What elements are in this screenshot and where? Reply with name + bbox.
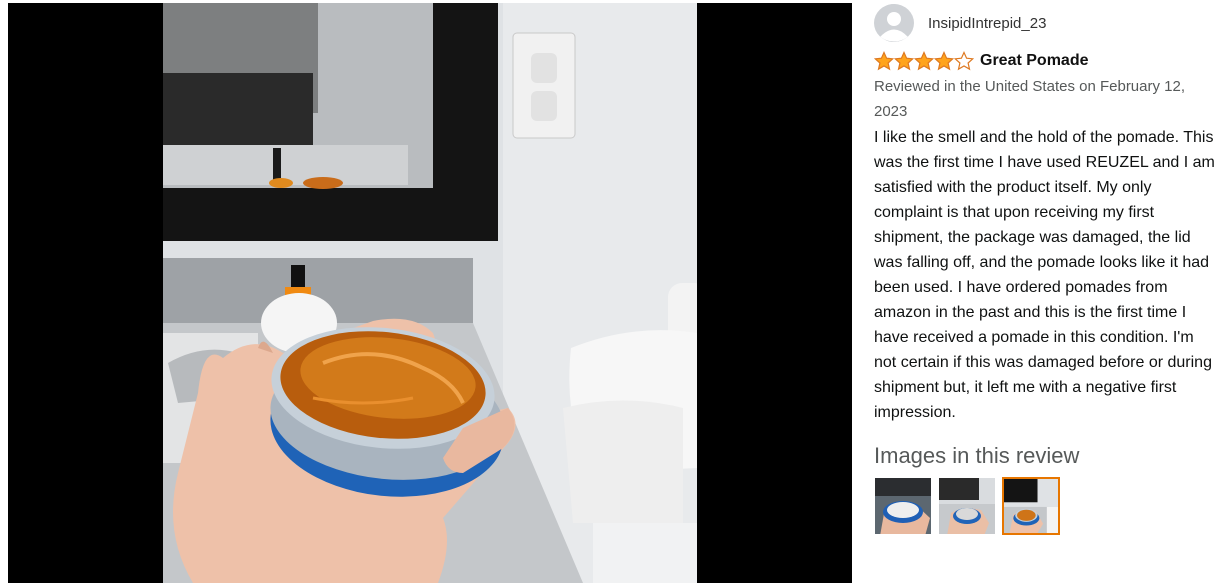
review-date: Reviewed in the United States on Februar… <box>874 78 1186 120</box>
reviewer: InsipidIntrepid_23 <box>874 4 1220 42</box>
star-empty-icon <box>954 51 974 71</box>
thumbnail-3[interactable] <box>1002 477 1060 535</box>
review-title-row: Great Pomade <box>874 50 1220 72</box>
star-filled-icon <box>914 51 934 71</box>
review-title: Great Pomade <box>980 52 1089 69</box>
image-thumbnails <box>874 477 1220 535</box>
reviewer-name[interactable]: InsipidIntrepid_23 <box>928 15 1046 32</box>
review-body: I like the smell and the hold of the pom… <box>874 129 1215 421</box>
user-avatar-icon <box>874 4 914 42</box>
star-rating <box>874 51 974 71</box>
thumbnail-2[interactable] <box>938 477 996 535</box>
star-filled-icon <box>894 51 914 71</box>
image-viewer <box>8 3 852 583</box>
review-panel: InsipidIntrepid_23 Great Pomade Reviewed… <box>874 4 1220 535</box>
thumbnail-1[interactable] <box>874 477 932 535</box>
star-filled-icon <box>874 51 894 71</box>
images-heading: Images in this review <box>874 443 1080 468</box>
review-photo <box>163 3 697 583</box>
star-filled-icon <box>934 51 954 71</box>
